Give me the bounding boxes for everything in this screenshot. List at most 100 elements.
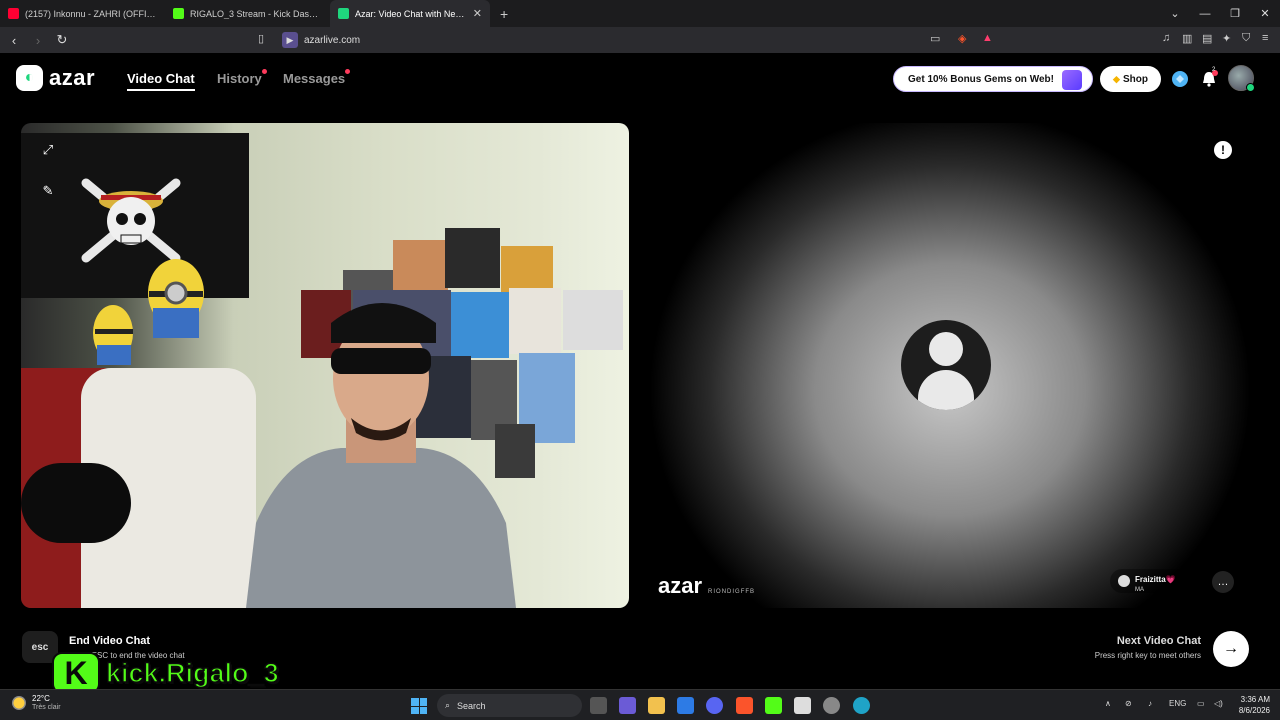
network-off-icon[interactable]: ⊘: [1125, 699, 1132, 708]
next-video-chat-title[interactable]: Next Video Chat: [1117, 635, 1201, 647]
watermark-code: RIONDIGFFB: [708, 589, 756, 595]
windows-start-icon[interactable]: [411, 698, 427, 714]
brave-browser-icon[interactable]: [736, 697, 753, 714]
logo-text: azar: [49, 65, 96, 90]
kick-favicon-icon: [173, 8, 184, 19]
kick-app-icon[interactable]: [765, 697, 782, 714]
weather-condition: Très clair: [32, 704, 61, 711]
tab-youtube[interactable]: (2157) Inkonnu - ZAHRI (OFFICIAL AU: [0, 0, 165, 27]
store-icon[interactable]: [677, 697, 694, 714]
windows-taskbar: 22°C Très clair ⌕ Search ∧ ⊘ ♪ ENG ▭ ◁) …: [0, 689, 1280, 720]
bookmark-icon[interactable]: ▯: [258, 32, 264, 45]
vpn-icon[interactable]: ⛉: [1242, 32, 1250, 45]
gem-icon: ◆: [1113, 73, 1120, 84]
shop-label: Shop: [1122, 73, 1148, 85]
search-placeholder: Search: [457, 700, 486, 711]
language-indicator[interactable]: ENG: [1169, 699, 1186, 708]
history-notification-dot: [262, 69, 267, 74]
kick-handle: kick.Rigalo_3: [105, 657, 279, 689]
tab-search-icon[interactable]: ⌄: [1160, 7, 1190, 20]
show-hidden-icons[interactable]: ∧: [1105, 699, 1111, 708]
media-icon[interactable]: ♫: [1162, 32, 1170, 44]
messages-notification-dot: [345, 69, 350, 74]
youtube-favicon-icon: [8, 8, 19, 19]
brave-rewards-icon[interactable]: ▲: [982, 32, 993, 44]
site-info-icon[interactable]: ▶: [282, 32, 298, 48]
edge-icon[interactable]: [853, 697, 870, 714]
next-video-chat-button[interactable]: →: [1213, 631, 1249, 667]
bonus-gems-text: Get 10% Bonus Gems on Web!: [908, 73, 1054, 85]
new-tab-button[interactable]: +: [490, 6, 518, 22]
sidebar-icon[interactable]: ▥: [1182, 32, 1192, 45]
leo-ai-icon[interactable]: ✦: [1222, 32, 1231, 45]
minimize-button[interactable]: —: [1190, 8, 1220, 20]
avatar-head: [929, 332, 963, 366]
kick-stream-overlay: K kick.Rigalo_3: [52, 652, 279, 694]
tab-title: Azar: Video Chat with New Pe: [355, 8, 467, 19]
online-status-dot: [1246, 83, 1255, 92]
weather-text: 22°C Très clair: [32, 694, 61, 712]
profile-avatar[interactable]: [1228, 65, 1255, 92]
capcut-icon[interactable]: [794, 697, 811, 714]
chat-bubble-icon[interactable]: …: [1212, 571, 1234, 593]
nav-video-chat[interactable]: Video Chat: [127, 71, 195, 91]
taskbar-search[interactable]: ⌕ Search: [437, 694, 582, 717]
browser-tab-bar: (2157) Inkonnu - ZAHRI (OFFICIAL AU RIGA…: [0, 0, 1280, 27]
back-icon[interactable]: ‹: [4, 33, 24, 48]
weather-widget[interactable]: 22°C Très clair: [12, 694, 61, 712]
close-tab-icon[interactable]: ✕: [473, 7, 482, 20]
microphone-icon[interactable]: ♪: [1148, 699, 1152, 708]
azar-header: ◐ azar Video Chat History Messages Get 1…: [0, 53, 1280, 103]
minion-plushies: [93, 259, 204, 365]
shop-button[interactable]: ◆ Shop: [1100, 66, 1161, 92]
volume-icon[interactable]: ◁): [1214, 699, 1223, 708]
clock-time: 3:36 AM: [1240, 695, 1270, 704]
beauty-filter-icon[interactable]: ✎: [37, 180, 59, 202]
azar-watermark: azar RIONDIGFFB: [658, 573, 755, 599]
system-clock[interactable]: 3:36 AM 8/6/2026: [1232, 694, 1270, 716]
menu-icon[interactable]: ≡: [1262, 32, 1268, 44]
report-icon[interactable]: !: [1214, 141, 1232, 159]
peer-name: Fraizitta💗: [1135, 575, 1176, 584]
obs-icon[interactable]: [823, 697, 840, 714]
gem-balance-icon[interactable]: [1171, 70, 1189, 88]
close-window-button[interactable]: ✕: [1250, 7, 1280, 20]
next-video-chat-hint: Press right key to meet others: [1094, 651, 1201, 660]
tab-title: (2157) Inkonnu - ZAHRI (OFFICIAL AU: [25, 8, 157, 19]
azar-logo[interactable]: ◐ azar: [16, 65, 95, 91]
peer-default-avatar-icon: [901, 320, 991, 410]
url-field[interactable]: ▶ azarlive.com: [282, 30, 1000, 50]
address-bar-row: ‹ › ↻ ▯ ▶ azarlive.com ▭ ◈ ▲ ♫ ▥ ▤ ✦ ⛉ ≡: [0, 27, 1280, 53]
brave-shield-icon[interactable]: ◈: [958, 32, 966, 45]
nav-messages[interactable]: Messages: [283, 71, 345, 86]
url-text: azarlive.com: [304, 34, 361, 46]
bonus-gems-banner[interactable]: Get 10% Bonus Gems on Web!: [893, 66, 1093, 92]
tab-title: RIGALO_3 Stream - Kick Dashboard: [190, 8, 322, 19]
peer-profile-chip[interactable]: Fraizitta💗 MA: [1110, 569, 1200, 593]
microphone-foam: [21, 463, 131, 543]
restore-button[interactable]: ❐: [1220, 7, 1250, 20]
file-explorer-icon[interactable]: [648, 697, 665, 714]
expand-video-icon[interactable]: ⤢: [37, 139, 59, 161]
self-camera-video: ⤢ ✎: [21, 123, 629, 608]
search-icon: ⌕: [445, 700, 451, 710]
nav-history[interactable]: History: [217, 71, 262, 86]
task-view-icon[interactable]: [590, 697, 607, 714]
window-controls: ⌄ — ❐ ✕: [1160, 0, 1280, 27]
watermark-logo: azar: [658, 573, 703, 598]
tab-azar[interactable]: Azar: Video Chat with New Pe ✕: [330, 0, 490, 27]
discord-icon[interactable]: [706, 697, 723, 714]
temperature: 22°C: [32, 694, 50, 703]
gift-icon: [1062, 70, 1082, 90]
end-video-chat-title[interactable]: End Video Chat: [69, 635, 150, 647]
tab-kick-dashboard[interactable]: RIGALO_3 Stream - Kick Dashboard: [165, 0, 330, 27]
teams-icon[interactable]: [619, 697, 636, 714]
cast-icon[interactable]: ▭: [930, 32, 940, 45]
notification-count: 2: [1212, 67, 1216, 73]
kick-logo-icon: K: [52, 652, 100, 694]
wallet-icon[interactable]: ▤: [1202, 32, 1212, 45]
forward-icon[interactable]: ›: [28, 33, 48, 48]
azar-logo-icon: ◐: [16, 65, 43, 91]
display-icon[interactable]: ▭: [1197, 699, 1205, 708]
reload-icon[interactable]: ↻: [52, 32, 72, 48]
